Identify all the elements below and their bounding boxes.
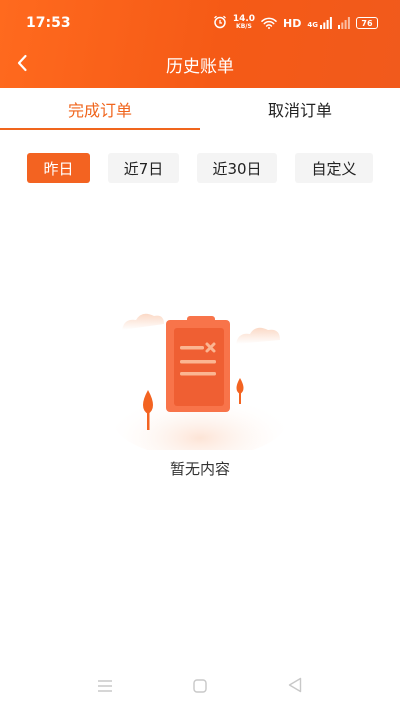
system-back-button[interactable] xyxy=(284,676,306,698)
battery-icon: 76 xyxy=(356,17,378,29)
status-bar: 17:53 14.0 KB/S HD 4G 76 xyxy=(0,0,400,44)
hd-label: HD xyxy=(283,16,302,30)
app-header: 17:53 14.0 KB/S HD 4G 76 历史账单 xyxy=(0,0,400,88)
status-icons: 14.0 KB/S HD 4G 76 xyxy=(213,15,378,31)
empty-clipboard-illustration xyxy=(110,300,290,458)
system-navigation-bar xyxy=(0,670,400,704)
signal-icon-2 xyxy=(338,14,350,33)
alarm-icon xyxy=(213,14,227,33)
date-filters: 昨日 近7日 近30日 自定义 xyxy=(0,153,400,183)
home-square-icon xyxy=(193,678,207,697)
status-time: 17:53 xyxy=(26,15,71,31)
net-speed-value: 14.0 xyxy=(232,14,256,24)
battery-level: 76 xyxy=(361,18,373,28)
menu-icon xyxy=(97,678,113,697)
tab-cancelled-orders[interactable]: 取消订单 xyxy=(200,88,400,130)
nav-bar: 历史账单 xyxy=(0,44,400,88)
active-tab-indicator xyxy=(0,128,200,130)
filter-last-30-days[interactable]: 近30日 xyxy=(197,153,277,183)
filter-custom[interactable]: 自定义 xyxy=(295,153,373,183)
net-speed-unit: KB/S xyxy=(236,23,252,30)
filter-last-7-days[interactable]: 近7日 xyxy=(108,153,179,183)
signal-icon: 4G xyxy=(307,17,332,29)
menu-button[interactable] xyxy=(94,676,116,698)
signal-label: 4G xyxy=(307,21,318,29)
filter-yesterday[interactable]: 昨日 xyxy=(27,153,90,183)
home-button[interactable] xyxy=(189,676,211,698)
tab-completed-orders[interactable]: 完成订单 xyxy=(0,88,200,130)
wifi-icon xyxy=(261,14,277,33)
net-speed-indicator: 14.0 KB/S xyxy=(233,15,255,31)
empty-message: 暂无内容 xyxy=(169,460,230,478)
page-title: 历史账单 xyxy=(166,57,234,77)
back-triangle-icon xyxy=(288,677,302,697)
order-tabs: 完成订单 取消订单 xyxy=(0,88,400,130)
